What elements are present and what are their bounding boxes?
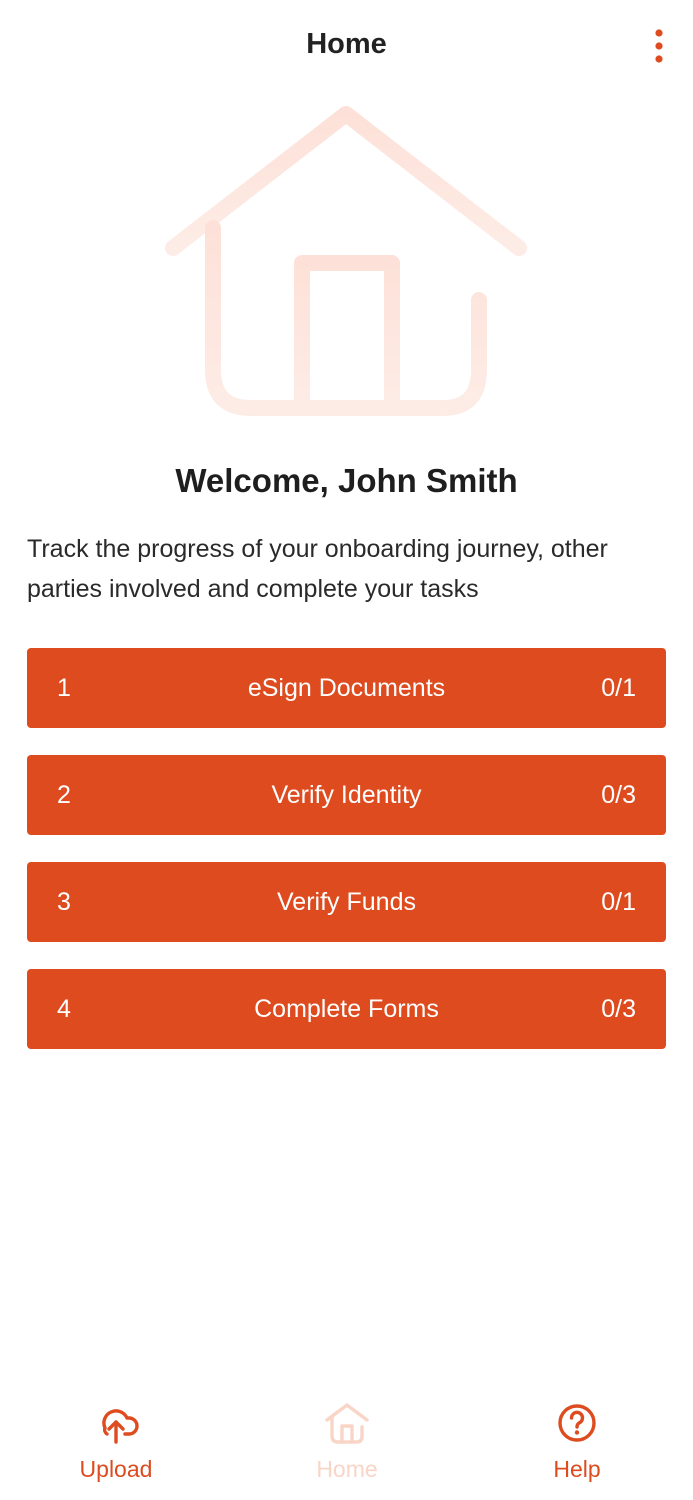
page-title: Home [306,28,387,60]
cloud-upload-icon [91,1398,141,1448]
task-progress: 0/3 [601,995,636,1023]
task-label: Complete Forms [254,995,439,1023]
welcome-title: Welcome, John Smith [175,462,518,499]
task-list: 1 eSign Documents 0/1 2 Verify Identity … [27,648,666,1076]
help-circle-icon [552,1398,602,1448]
bottom-navigation: Upload Home Help [0,1390,693,1500]
task-progress: 0/1 [601,674,636,702]
nav-help[interactable]: Help [497,1390,657,1500]
nav-upload[interactable]: Upload [36,1390,196,1500]
task-verify-funds[interactable]: 3 Verify Funds 0/1 [27,862,666,942]
task-progress: 0/3 [601,781,636,809]
house-illustration [155,100,540,430]
nav-home[interactable]: Home [267,1390,427,1500]
task-progress: 0/1 [601,888,636,916]
more-vertical-icon [640,26,678,70]
task-label: eSign Documents [247,674,446,702]
task-label: Verify Identity [271,781,422,809]
home-icon [322,1398,372,1448]
nav-help-label: Help [553,1456,601,1482]
more-menu-button[interactable] [640,26,678,70]
task-label: Verify Funds [277,888,416,916]
nav-upload-label: Upload [79,1456,153,1482]
task-complete-forms[interactable]: 4 Complete Forms 0/3 [27,969,666,1049]
task-verify-identity[interactable]: 2 Verify Identity 0/3 [27,755,666,835]
top-bar: Home [0,0,693,98]
nav-home-label: Home [316,1456,378,1482]
welcome-description: Track the progress of your onboarding jo… [27,535,608,603]
task-esign-documents[interactable]: 1 eSign Documents 0/1 [27,648,666,728]
